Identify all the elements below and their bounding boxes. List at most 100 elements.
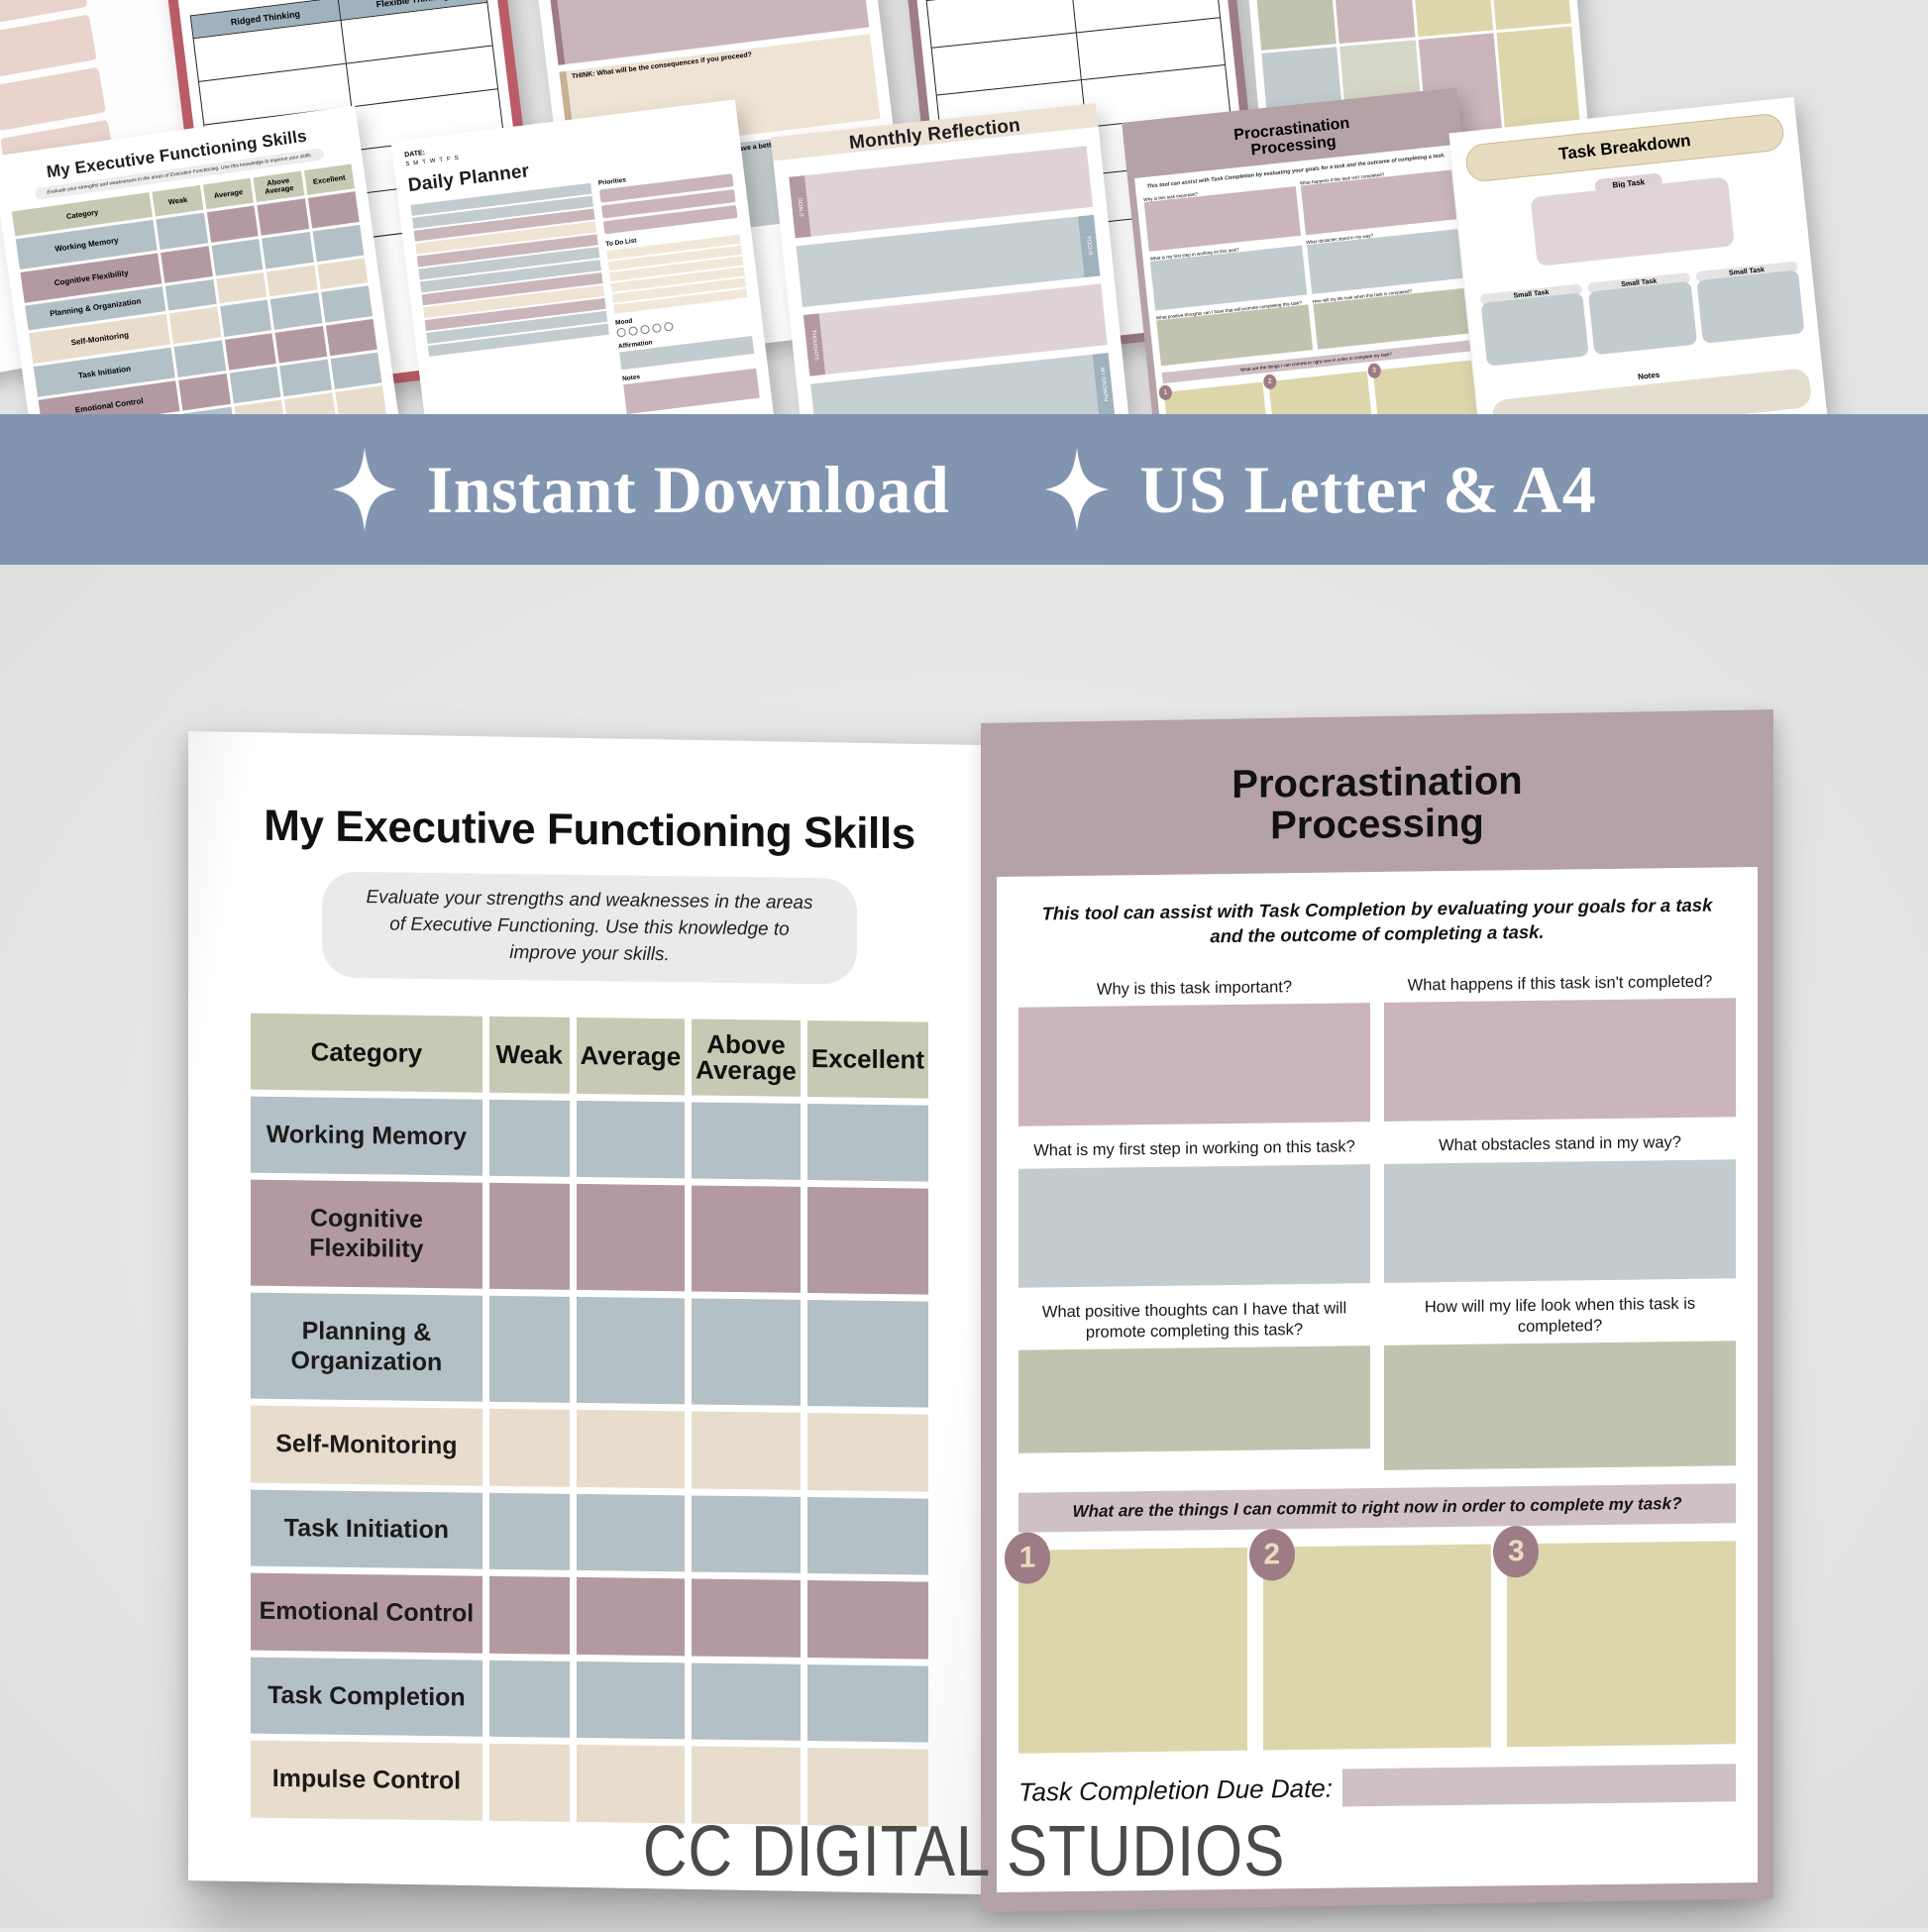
question-label: What obstacles stand in my way? [1384, 1127, 1736, 1163]
rating-cell-above-average[interactable] [692, 1579, 801, 1658]
question-block-not-completed: What happens if this task isn't complete… [1384, 966, 1736, 1122]
rating-cell-average[interactable] [577, 1297, 686, 1404]
due-date-row: Task Completion Due Date: [1018, 1765, 1736, 1811]
collage-sheet-executive-functioning: My Executive Functioning Skills Evaluate… [0, 105, 414, 414]
collage-sheet-monthly-reflection: Monthly Reflection GOALS FOCUS THOUGHTS … [771, 103, 1141, 414]
page-title: My Executive Functioning Skills [244, 802, 935, 860]
row-label-cognitive-flexibility: Cognitive Flexibility [251, 1180, 482, 1289]
answer-box[interactable] [1018, 1346, 1370, 1454]
rating-cell-above-average[interactable] [692, 1412, 801, 1490]
commitment-box[interactable] [1507, 1542, 1736, 1748]
table-row: Cognitive Flexibility [251, 1180, 928, 1295]
rating-cell-average[interactable] [577, 1662, 686, 1740]
feature-banner: Instant Download US Letter & A4 [0, 414, 1928, 565]
row-label-task-completion: Task Completion [251, 1658, 482, 1738]
row-label-impulse-control: Impulse Control [251, 1741, 482, 1821]
main-preview-stage: My Executive Functioning Skills Evaluate… [0, 565, 1928, 1928]
commitment-box[interactable] [1018, 1548, 1247, 1754]
rating-cell-weak[interactable] [489, 1409, 570, 1487]
collage-sheet-procrastination: Procrastination Processing This tool can… [1122, 87, 1504, 414]
rating-cell-excellent[interactable] [807, 1413, 928, 1491]
rating-cell-excellent[interactable] [807, 1104, 928, 1182]
rating-cell-excellent[interactable] [807, 1187, 928, 1295]
column-header-category: Category [251, 1014, 482, 1093]
row-label-task-initiation: Task Initiation [251, 1490, 482, 1570]
answer-box[interactable] [1384, 1342, 1736, 1471]
brand-name: CC DIGITAL STUDIOS [135, 1811, 1793, 1892]
column-header-weak: Weak [489, 1017, 570, 1094]
rating-cell-weak[interactable] [489, 1100, 570, 1178]
rating-cell-weak[interactable] [489, 1296, 570, 1403]
banner-item-instant-download: Instant Download [332, 448, 950, 531]
right-page-procrastination-processing: Procrastination Processing This tool can… [981, 709, 1773, 1912]
rating-cell-weak[interactable] [489, 1744, 570, 1822]
rating-cell-average[interactable] [577, 1577, 686, 1656]
question-grid: Why is this task important? What happens… [1018, 966, 1736, 1475]
question-label: What positive thoughts can I have that w… [1018, 1293, 1370, 1351]
worksheet-title-line2: Processing [997, 799, 1758, 850]
rating-cell-weak[interactable] [489, 1576, 570, 1655]
open-book-mockup: My Executive Functioning Skills Evaluate… [188, 723, 1773, 1932]
worksheet-body: This tool can assist with Task Completio… [997, 867, 1758, 1892]
commitment-item: 3 [1507, 1542, 1736, 1748]
table-row: Task Completion [251, 1658, 928, 1743]
collage-sheet-task-breakdown: Task Breakdown Big Task Small Task Small… [1448, 97, 1840, 414]
worksheet-intro: This tool can assist with Task Completio… [1028, 893, 1726, 951]
column-header-average: Average [577, 1018, 686, 1095]
table-row: Working Memory [251, 1097, 928, 1182]
rating-cell-excellent[interactable] [807, 1497, 928, 1575]
page-subtitle: Evaluate your strengths and weaknesses i… [322, 872, 857, 985]
question-label: What happens if this task isn't complete… [1384, 966, 1736, 1003]
rating-cell-average[interactable] [577, 1101, 686, 1179]
rating-cell-weak[interactable] [489, 1661, 570, 1739]
banner-label-instant-download: Instant Download [427, 451, 950, 529]
table-row: Planning & Organization [251, 1293, 928, 1408]
answer-box[interactable] [1384, 1159, 1736, 1283]
row-label-self-monitoring: Self-Monitoring [251, 1406, 482, 1486]
product-collage: Time Importance HML [0, 0, 1928, 414]
commitment-prompt: What are the things I can commit to righ… [1018, 1484, 1736, 1533]
rating-cell-above-average[interactable] [692, 1299, 801, 1406]
sparkle-icon [332, 448, 397, 531]
question-block-life-after: How will my life look when this task is … [1384, 1288, 1736, 1471]
sparkle-icon [1044, 448, 1110, 531]
question-block-first-step: What is my first step in working on this… [1018, 1131, 1370, 1287]
left-page-executive-functioning: My Executive Functioning Skills Evaluate… [188, 731, 981, 1894]
rating-cell-above-average[interactable] [692, 1186, 801, 1293]
table-row: Self-Monitoring [251, 1406, 928, 1491]
due-date-input[interactable] [1342, 1765, 1736, 1807]
skills-rating-table: Category Weak Average Above Average Exce… [244, 1006, 935, 1833]
worksheet-title: Procrastination Processing [997, 725, 1758, 877]
ef-mini-h4: Excellent [304, 164, 355, 195]
table-header-row: Category Weak Average Above Average Exce… [251, 1014, 928, 1099]
ef-mini-h3: Above Average [254, 171, 304, 202]
row-label-working-memory: Working Memory [251, 1097, 482, 1177]
rating-cell-average[interactable] [577, 1184, 686, 1291]
commitment-box[interactable] [1263, 1545, 1492, 1751]
table-row: Emotional Control [251, 1573, 928, 1659]
rating-cell-weak[interactable] [489, 1183, 570, 1290]
row-label-planning-organization: Planning & Organization [251, 1293, 482, 1402]
question-label: What is my first step in working on this… [1018, 1131, 1370, 1168]
question-block-obstacles: What obstacles stand in my way? [1384, 1127, 1736, 1282]
answer-box[interactable] [1018, 1164, 1370, 1288]
question-label: Why is this task important? [1018, 971, 1370, 1008]
ef-mini-h2: Average [203, 178, 254, 209]
rating-cell-above-average[interactable] [692, 1495, 801, 1573]
rating-cell-excellent[interactable] [807, 1580, 928, 1659]
question-block-positive-thoughts: What positive thoughts can I have that w… [1018, 1293, 1370, 1476]
ef-mini-h1: Weak [153, 185, 203, 216]
rating-cell-excellent[interactable] [807, 1300, 928, 1408]
column-header-above-average: Above Average [692, 1019, 801, 1096]
commitment-item: 1 [1018, 1548, 1247, 1754]
rating-cell-excellent[interactable] [807, 1664, 928, 1743]
banner-item-paper-size: US Letter & A4 [1044, 448, 1596, 531]
rating-cell-above-average[interactable] [692, 1102, 801, 1180]
rating-cell-weak[interactable] [489, 1493, 570, 1571]
column-header-excellent: Excellent [807, 1020, 928, 1099]
rating-cell-above-average[interactable] [692, 1663, 801, 1741]
rating-cell-average[interactable] [577, 1410, 686, 1488]
rating-cell-average[interactable] [577, 1494, 686, 1572]
answer-box[interactable] [1018, 1003, 1370, 1127]
answer-box[interactable] [1384, 998, 1736, 1122]
